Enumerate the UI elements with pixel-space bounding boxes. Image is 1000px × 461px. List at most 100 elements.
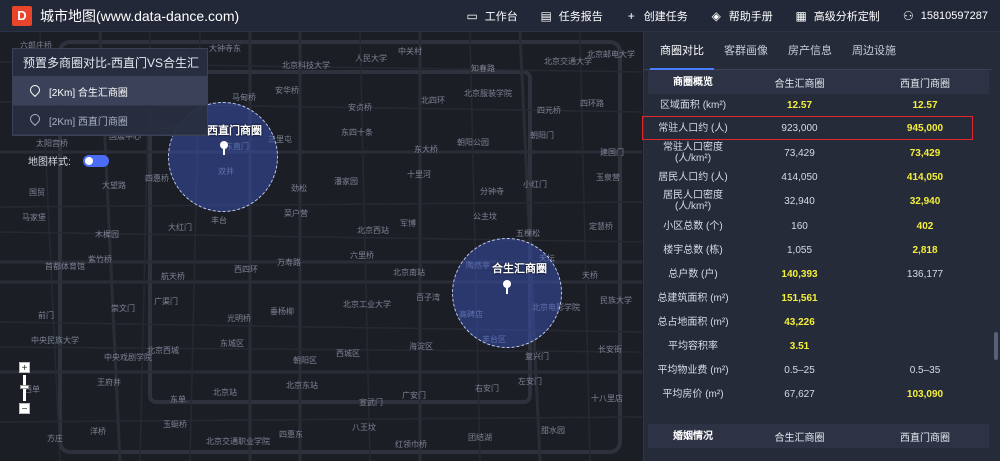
map-place-label: 北京南站 bbox=[393, 268, 425, 277]
value-xizhimen: 103,090 bbox=[906, 388, 944, 400]
value-xizhimen: 414,050 bbox=[906, 171, 944, 183]
map-place-label: 前门 bbox=[38, 311, 54, 320]
table-row: 总占地面积 (m²) 43,226 bbox=[648, 310, 989, 334]
tab-2[interactable]: 房产信息 bbox=[778, 32, 842, 70]
top-action-3[interactable]: ◈ 帮助手册 bbox=[710, 8, 773, 24]
zoom-out-button[interactable]: − bbox=[19, 403, 30, 415]
row-label: 总占地面积 (m²) bbox=[657, 316, 729, 328]
compare-item-heshenghui[interactable]: [2Km] 合生汇商圈 bbox=[13, 77, 207, 106]
value-xizhimen: 2,818 bbox=[912, 244, 938, 256]
city-map[interactable]: 六郎庄桥北京体育大学学院路大钟寺东北京科技大学人民大学中关村知春路北京交通大学北… bbox=[0, 32, 642, 461]
map-place-label: 潘家园 bbox=[334, 177, 358, 186]
map-place-label: 玉泉营 bbox=[596, 173, 620, 182]
report-icon: ▤ bbox=[540, 9, 552, 23]
value-heshenghui: 73,429 bbox=[784, 147, 815, 159]
map-place-label: 民族大学 bbox=[600, 296, 632, 305]
map-place-label: 中央民族大学 bbox=[31, 336, 79, 345]
tab-1[interactable]: 客群画像 bbox=[714, 32, 778, 70]
map-place-label: 安贞桥 bbox=[348, 103, 372, 112]
map-place-label: 朝阳门 bbox=[530, 131, 554, 140]
value-heshenghui: 43,226 bbox=[784, 316, 815, 328]
calendar-icon: ▦ bbox=[795, 9, 807, 23]
table-spacer bbox=[648, 406, 989, 424]
header-cell: 西直门商圈 bbox=[900, 78, 950, 90]
compare-item-label: [2Km] 西直门商圈 bbox=[49, 116, 128, 128]
location-pin-icon bbox=[29, 114, 39, 126]
row-label: 平均容积率 bbox=[668, 340, 718, 352]
map-place-label: 四元桥 bbox=[537, 106, 561, 115]
tab-0[interactable]: 商圈对比 bbox=[650, 32, 714, 70]
row-label: 平均房价 (m²) bbox=[662, 388, 724, 400]
value-heshenghui: 32,940 bbox=[784, 195, 815, 207]
table-row: 居民人口约 (人) 414,050 414,050 bbox=[648, 166, 989, 188]
top-actions: ▭ 工作台 ▤ 任务报告 + 创建任务 ◈ 帮助手册 ▦ 高级分析定制 ⚇ 15810597287 bbox=[466, 0, 988, 32]
compare-panel: 预置多商圈对比-西直门VS合生汇 [2Km] 合生汇商圈 [2Km] 西直门商圈 bbox=[12, 48, 208, 136]
map-place-label: 北京邮电大学 bbox=[587, 50, 635, 59]
map-place-label: 航天桥 bbox=[161, 272, 185, 281]
user-icon: ⚇ bbox=[902, 9, 914, 23]
map-style-row: 地图样式: bbox=[28, 153, 109, 168]
map-place-label: 中央戏剧学院 bbox=[104, 353, 152, 362]
app-title: 城市地图(www.data-dance.com) bbox=[40, 7, 240, 24]
table-row: 总户数 (户) 140,393 136,177 bbox=[648, 262, 989, 286]
top-action-0[interactable]: ▭ 工作台 bbox=[466, 8, 518, 24]
header-cell: 合生汇商圈 bbox=[774, 78, 825, 90]
zoom-track[interactable] bbox=[20, 375, 29, 401]
map-place-label: 小红门 bbox=[523, 180, 547, 189]
row-label: 小区总数 (个) bbox=[663, 220, 723, 232]
top-action-2[interactable]: + 创建任务 bbox=[625, 8, 688, 24]
map-style-toggle[interactable] bbox=[82, 154, 109, 167]
map-place-label: 宣武门 bbox=[359, 398, 383, 407]
value-heshenghui: 160 bbox=[791, 220, 808, 232]
map-place-label: 东大桥 bbox=[414, 145, 438, 154]
map-place-label: 马家堡 bbox=[22, 213, 46, 222]
tab-3[interactable]: 周边设施 bbox=[842, 32, 906, 70]
value-heshenghui: 414,050 bbox=[781, 171, 818, 183]
row-label: 平均物业费 (m²) bbox=[657, 364, 729, 376]
map-place-label: 菜户营 bbox=[284, 209, 308, 218]
map-place-label: 天桥 bbox=[582, 271, 598, 280]
table-row: 平均房价 (m²) 67,627 103,090 bbox=[648, 382, 989, 406]
zoom-handle[interactable] bbox=[20, 385, 29, 389]
value-heshenghui: 12.57 bbox=[786, 99, 813, 111]
map-place-label: 劲松 bbox=[291, 184, 307, 193]
table-row: 楼宇总数 (栋) 1,055 2,818 bbox=[648, 238, 989, 262]
map-place-label: 大望路 bbox=[102, 181, 126, 190]
map-place-label: 国贸 bbox=[29, 188, 45, 197]
map-place-label: 朝阳公园 bbox=[457, 138, 489, 147]
xizhimen-pin-icon[interactable] bbox=[220, 141, 228, 155]
top-action-1[interactable]: ▤ 任务报告 bbox=[540, 8, 603, 24]
header-cell: 西直门商圈 bbox=[900, 432, 950, 444]
value-xizhimen: 32,940 bbox=[909, 195, 941, 207]
map-place-label: 五棵松 bbox=[516, 229, 540, 238]
map-place-label: 崇文门 bbox=[111, 304, 135, 313]
top-action-label: 创建任务 bbox=[643, 11, 688, 23]
top-action-label: 15810597287 bbox=[920, 10, 988, 22]
heshenghui-pin-icon[interactable] bbox=[503, 280, 511, 294]
map-place-label: 朝阳区 bbox=[293, 356, 317, 365]
map-place-label: 安华桥 bbox=[275, 86, 299, 95]
map-place-label: 北京站 bbox=[213, 388, 237, 397]
map-place-label: 首都体育馆 bbox=[45, 262, 85, 271]
row-label: 区域面积 (km²) bbox=[659, 99, 727, 111]
top-action-4[interactable]: ▦ 高级分析定制 bbox=[795, 8, 880, 24]
map-place-label: 洋桥 bbox=[90, 427, 106, 436]
app-logo[interactable]: D bbox=[12, 5, 32, 26]
map-place-label: 广渠门 bbox=[154, 297, 178, 306]
map-place-label: 紫竹桥 bbox=[88, 255, 112, 264]
table-row: 平均物业费 (m²) 0.5–25 0.5–35 bbox=[648, 358, 989, 382]
top-action-5[interactable]: ⚇ 15810597287 bbox=[902, 9, 988, 23]
map-place-label: 东单 bbox=[170, 395, 186, 404]
layers-icon: ◈ bbox=[711, 9, 721, 23]
panel-scrollbar[interactable] bbox=[992, 32, 1000, 461]
zoom-in-button[interactable]: + bbox=[19, 362, 30, 374]
header-cell: 婚姻情况 bbox=[673, 430, 713, 442]
top-action-label: 帮助手册 bbox=[728, 11, 773, 23]
scroll-thumb[interactable] bbox=[994, 332, 998, 360]
map-place-label: 东四十条 bbox=[341, 128, 373, 137]
value-xizhimen: 402 bbox=[916, 220, 934, 232]
compare-item-xizhimen[interactable]: [2Km] 西直门商圈 bbox=[13, 106, 207, 135]
map-place-label: 八王坟 bbox=[352, 423, 376, 432]
table-row: 小区总数 (个) 160 402 bbox=[648, 214, 989, 238]
map-place-label: 王府井 bbox=[97, 378, 121, 387]
